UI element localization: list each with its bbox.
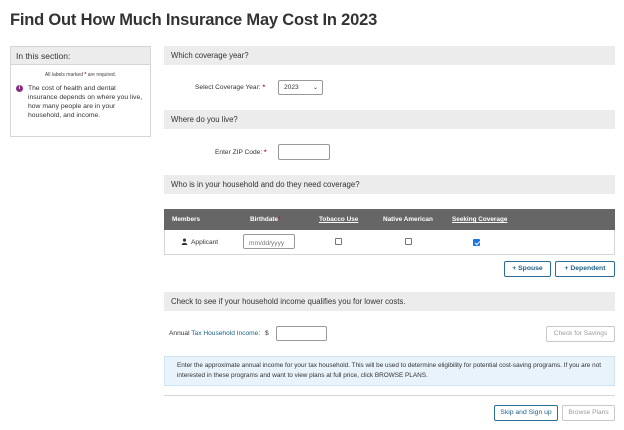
income-label: Annual Tax Household Income: $ (169, 330, 269, 337)
col-seeking-coverage[interactable]: Seeking Coverage (452, 216, 507, 223)
income-heading: Check to see if your household income qu… (164, 292, 615, 311)
coverage-year-heading: Which coverage year? (164, 46, 615, 65)
member-name: Applicant (191, 239, 219, 246)
household-table-header: Members Birthdate* Tobacco Use Native Am… (164, 209, 615, 230)
required-star: * (84, 72, 87, 78)
required-star: * (262, 84, 266, 91)
income-input[interactable] (276, 326, 327, 341)
income-help-note: Enter the approximate annual income for … (164, 356, 615, 386)
sidebar-heading: In this section: (11, 47, 150, 65)
page-title: Find Out How Much Insurance May Cost In … (10, 11, 378, 29)
sidebar-panel: In this section: All labels marked * are… (10, 46, 151, 137)
col-tobacco-use[interactable]: Tobacco Use (319, 216, 358, 223)
location-heading: Where do you live? (164, 110, 615, 129)
income-label-prefix: Annual (169, 330, 192, 337)
check-savings-button[interactable]: Check for Savings (546, 326, 615, 342)
income-label-suffix: : (258, 330, 261, 337)
required-star: * (264, 149, 267, 156)
table-row: Applicant (164, 230, 615, 255)
divider (164, 395, 615, 396)
coverage-year-select[interactable]: 2023 ⌄ (278, 80, 323, 95)
required-note-prefix: All labels marked (44, 72, 83, 78)
income-label-term: Tax Household Income (191, 330, 259, 337)
coverage-year-label-text: Select Coverage Year: (195, 84, 261, 91)
required-star: * (278, 216, 281, 223)
zip-input[interactable] (278, 144, 330, 160)
coverage-year-label: Select Coverage Year: * (195, 84, 265, 91)
seeking-coverage-checkbox[interactable] (473, 239, 480, 246)
currency-symbol: $ (265, 330, 269, 337)
add-spouse-button[interactable]: + Spouse (504, 261, 551, 277)
col-native-american: Native American (383, 216, 433, 223)
zip-label: Enter ZIP Code: * (215, 149, 267, 156)
sidebar-info-text: The cost of health and dental insurance … (28, 85, 143, 119)
skip-sign-up-button[interactable]: Skip and Sign up (494, 405, 558, 421)
native-american-checkbox[interactable] (405, 238, 412, 245)
col-members: Members (172, 216, 201, 223)
required-note-suffix: are required. (87, 72, 117, 78)
info-icon: i (16, 85, 23, 92)
tobacco-checkbox[interactable] (335, 238, 342, 245)
col-birthdate-text: Birthdate (250, 216, 279, 223)
household-heading: Who is in your household and do they nee… (164, 175, 615, 194)
sidebar-info: i The cost of health and dental insuranc… (16, 84, 145, 120)
col-birthdate: Birthdate* (250, 216, 281, 223)
person-icon (181, 238, 188, 245)
browse-plans-button[interactable]: Browse Plans (562, 405, 615, 421)
zip-label-text: Enter ZIP Code: (215, 149, 263, 156)
birthdate-input[interactable] (243, 234, 295, 249)
required-note: All labels marked * are required. (11, 72, 150, 78)
coverage-year-value: 2023 (284, 84, 299, 91)
chevron-down-icon: ⌄ (312, 85, 318, 91)
member-cell: Applicant (181, 238, 218, 246)
add-dependent-button[interactable]: + Dependent (555, 261, 615, 277)
